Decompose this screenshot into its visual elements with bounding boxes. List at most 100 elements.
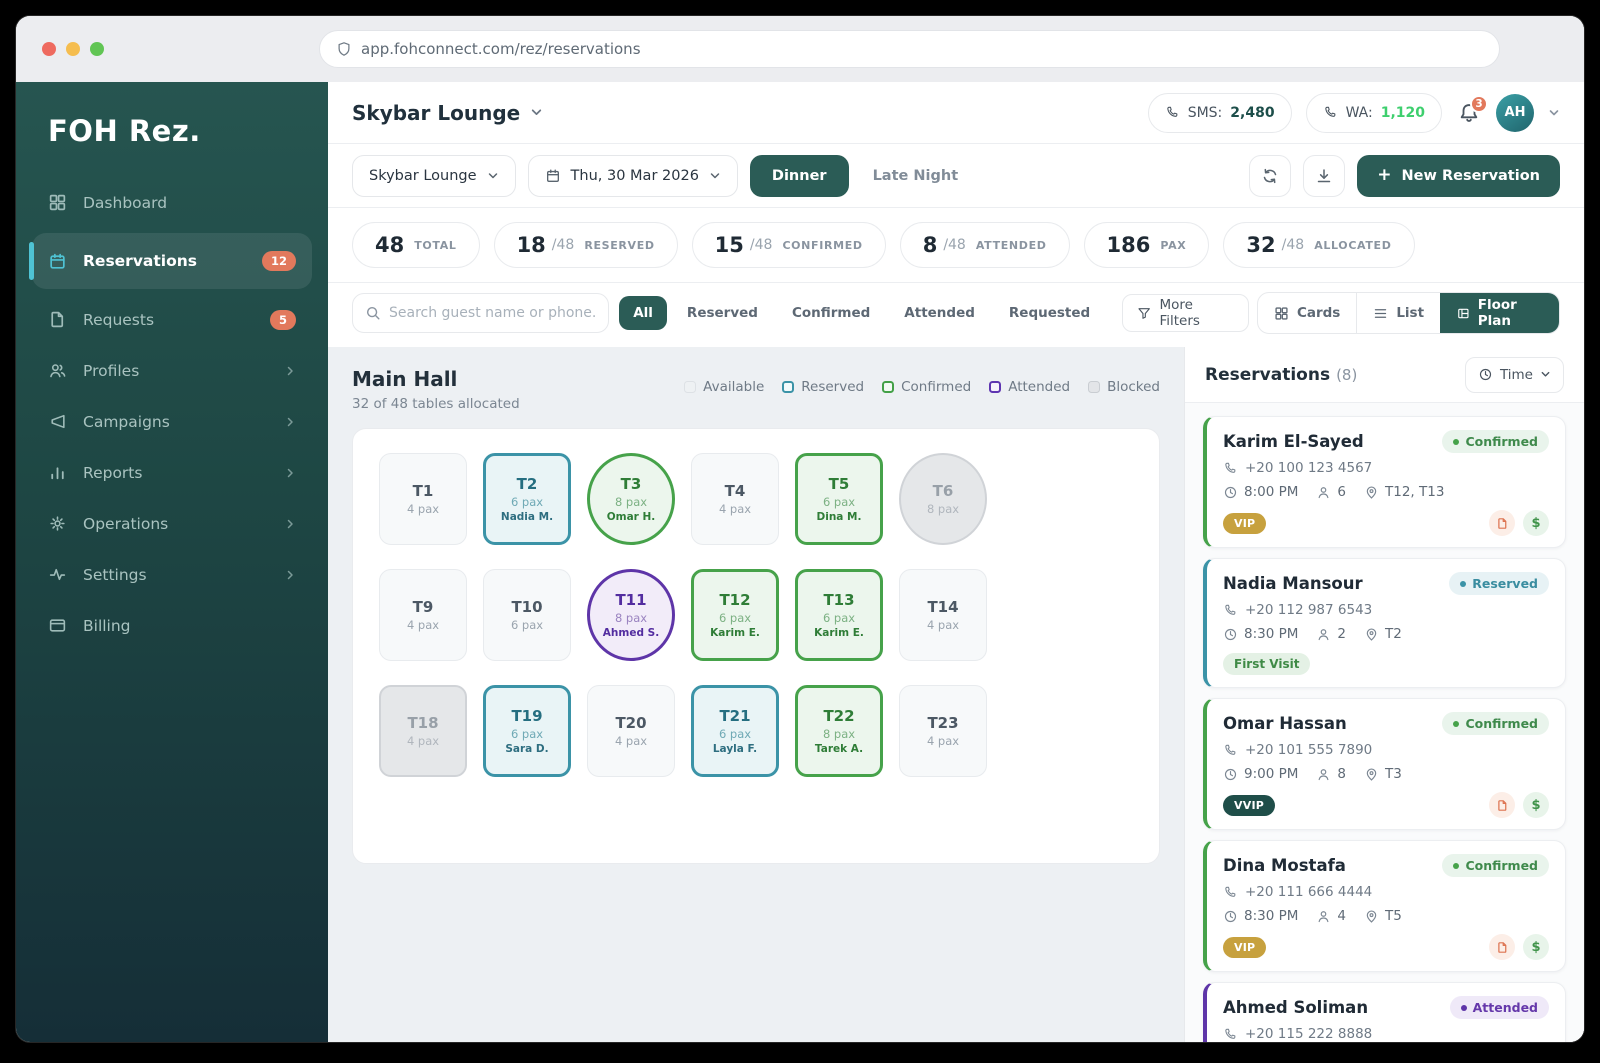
stat-pill-pax: 186 PAX xyxy=(1083,222,1210,268)
table-label: T5 xyxy=(828,475,850,493)
table-t13[interactable]: T13 6 pax Karim E. xyxy=(795,569,883,661)
table-t1[interactable]: T1 4 pax xyxy=(379,453,467,545)
view-toggle-floor-plan[interactable]: Floor Plan xyxy=(1440,293,1559,333)
shift-tab-dinner[interactable]: Dinner xyxy=(749,154,849,197)
sidebar-item-profiles[interactable]: Profiles xyxy=(32,346,312,395)
table-t19[interactable]: T19 6 pax Sara D. xyxy=(483,685,571,777)
wa-label: WA: xyxy=(1345,104,1373,121)
view-toggle-list[interactable]: List xyxy=(1356,293,1440,333)
status-dot xyxy=(1460,1004,1467,1011)
url-bar[interactable]: app.fohconnect.com/rez/reservations xyxy=(319,30,1500,68)
zoom-window-button[interactable] xyxy=(90,42,104,56)
more-filters-button[interactable]: More Filters xyxy=(1122,294,1249,332)
stat-pill-attended: 8/48 ATTENDED xyxy=(899,222,1070,268)
table-t12[interactable]: T12 6 pax Karim E. xyxy=(691,569,779,661)
filter-pill-confirmed[interactable]: Confirmed xyxy=(778,296,884,330)
list-icon xyxy=(1375,308,1387,318)
payment-action-button[interactable]: $ xyxy=(1523,934,1549,960)
page-title: Skybar Lounge xyxy=(352,100,521,125)
sidebar-item-billing[interactable]: Billing xyxy=(32,601,312,650)
tag-first-visit: First Visit xyxy=(1223,653,1311,675)
sidebar-item-reports[interactable]: Reports xyxy=(32,448,312,497)
table-t18[interactable]: T18 4 pax xyxy=(379,685,467,777)
table-t10[interactable]: T10 6 pax xyxy=(483,569,571,661)
search-input[interactable] xyxy=(389,305,597,321)
sidebar-item-requests[interactable]: Requests 5 xyxy=(32,295,312,344)
note-action-button[interactable] xyxy=(1489,510,1515,536)
guest-name: Dina Mostafa xyxy=(1223,856,1346,875)
reservation-card-dina-mostafa[interactable]: Dina Mostafa Confirmed +20 111 666 4444 … xyxy=(1203,840,1566,972)
venue-select[interactable]: Skybar Lounge xyxy=(352,154,516,197)
search-box[interactable] xyxy=(352,293,610,333)
view-toggle-cards[interactable]: Cards xyxy=(1258,293,1356,333)
table-t11[interactable]: T11 8 pax Ahmed S. xyxy=(587,569,675,661)
guest-name: Ahmed Soliman xyxy=(1223,998,1369,1017)
wa-value: 1,120 xyxy=(1380,104,1425,121)
stat-label: RESERVED xyxy=(584,238,655,252)
payment-action-button[interactable]: $ xyxy=(1523,510,1549,536)
venue-title-dropdown[interactable]: Skybar Lounge xyxy=(352,101,543,125)
sidebar-item-dashboard[interactable]: Dashboard xyxy=(32,178,312,227)
table-t23[interactable]: T23 4 pax xyxy=(899,685,987,777)
card-actions: $ xyxy=(1489,934,1549,960)
date-picker[interactable]: Thu, 30 Mar 2026 xyxy=(527,154,738,197)
reservation-card-omar-hassan[interactable]: Omar Hassan Confirmed +20 101 555 7890 9… xyxy=(1203,698,1566,830)
status-dot xyxy=(1453,862,1460,869)
table-label: T9 xyxy=(412,598,434,616)
table-t6[interactable]: T6 8 pax xyxy=(899,453,987,545)
new-reservation-button[interactable]: + New Reservation xyxy=(1357,154,1560,197)
table-label: T6 xyxy=(932,482,954,500)
reservation-card-nadia-mansour[interactable]: Nadia Mansour Reserved +20 112 987 6543 … xyxy=(1203,558,1566,688)
table-pax: 8 pax xyxy=(614,611,648,625)
whatsapp-credits-pill[interactable]: WA: 1,120 xyxy=(1305,92,1442,133)
table-t21[interactable]: T21 6 pax Layla F. xyxy=(691,685,779,777)
filter-pill-all[interactable]: All xyxy=(619,296,667,330)
table-t4[interactable]: T4 4 pax xyxy=(691,453,779,545)
guest-phone: +20 100 123 4567 xyxy=(1245,460,1373,476)
reservation-time: 8:30 PM xyxy=(1244,908,1299,924)
new-reservation-label: New Reservation xyxy=(1401,167,1540,184)
filter-pill-reserved[interactable]: Reserved xyxy=(673,296,772,330)
table-guest: Omar H. xyxy=(606,511,656,523)
table-guest: Karim E. xyxy=(710,627,760,639)
reservation-card-ahmed-soliman[interactable]: Ahmed Soliman Attended +20 115 222 8888 … xyxy=(1203,982,1566,1042)
table-label: T13 xyxy=(823,591,855,609)
avatar[interactable]: AH xyxy=(1496,93,1534,132)
note-action-button[interactable] xyxy=(1489,792,1515,818)
chevron-down-icon xyxy=(487,170,499,182)
table-t14[interactable]: T14 4 pax xyxy=(899,569,987,661)
close-window-button[interactable] xyxy=(42,42,56,56)
sidebar-item-operations[interactable]: Operations xyxy=(32,499,312,548)
table-t20[interactable]: T20 4 pax xyxy=(587,685,675,777)
date-picker-value: Thu, 30 Mar 2026 xyxy=(570,167,699,184)
sms-credits-pill[interactable]: SMS: 2,480 xyxy=(1147,92,1292,133)
shift-tab-late-night[interactable]: Late Night xyxy=(861,155,971,197)
location-pin-icon xyxy=(1366,767,1377,781)
table-label: T18 xyxy=(407,714,439,732)
stat-pill-total: 48 TOTAL xyxy=(352,222,480,268)
export-button[interactable] xyxy=(1303,154,1346,197)
sidebar-item-settings[interactable]: Settings xyxy=(32,550,312,599)
minimize-window-button[interactable] xyxy=(66,42,80,56)
note-action-button[interactable] xyxy=(1489,934,1515,960)
payment-action-button[interactable]: $ xyxy=(1523,792,1549,818)
sidebar-item-campaigns[interactable]: Campaigns xyxy=(32,397,312,446)
table-t9[interactable]: T9 4 pax xyxy=(379,569,467,661)
filter-pill-attended[interactable]: Attended xyxy=(890,296,989,330)
filter-pill-requested[interactable]: Requested xyxy=(995,296,1104,330)
reservation-card-karim-el-sayed[interactable]: Karim El-Sayed Confirmed +20 100 123 456… xyxy=(1203,416,1566,548)
notifications-button[interactable]: 3 xyxy=(1458,94,1488,124)
stat-value: 32 xyxy=(1246,233,1276,257)
status-label: Confirmed xyxy=(1465,716,1538,731)
sort-by-time-button[interactable]: Time xyxy=(1464,356,1564,393)
table-t22[interactable]: T22 8 pax Tarek A. xyxy=(795,685,883,777)
person-icon xyxy=(1318,628,1329,640)
refresh-button[interactable] xyxy=(1249,154,1292,197)
table-t5[interactable]: T5 6 pax Dina M. xyxy=(795,453,883,545)
table-t2[interactable]: T2 6 pax Nadia M. xyxy=(483,453,571,545)
table-t3[interactable]: T3 8 pax Omar H. xyxy=(587,453,675,545)
status-label: Confirmed xyxy=(1465,858,1538,873)
chevron-down-icon[interactable] xyxy=(1548,107,1560,119)
phone-icon xyxy=(1225,886,1236,897)
sidebar-item-reservations[interactable]: Reservations 12 xyxy=(29,233,312,289)
